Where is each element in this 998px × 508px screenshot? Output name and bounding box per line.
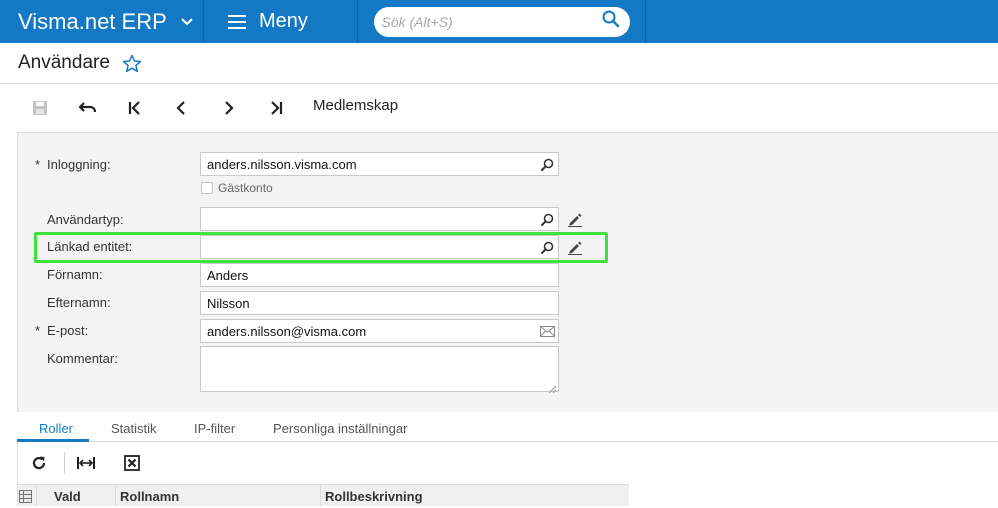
brand-switcher[interactable]: Visma.net ERP xyxy=(0,0,204,43)
last-name-value: Nilsson xyxy=(207,295,250,311)
record-toolbar: Medlemskap xyxy=(0,85,998,129)
email-field[interactable]: anders.nilsson@visma.com xyxy=(200,319,559,343)
comment-textarea[interactable] xyxy=(200,346,559,394)
tab-roles[interactable]: Roller xyxy=(39,421,73,436)
login-value: anders.nilsson.visma.com xyxy=(207,156,357,172)
search-area xyxy=(358,0,646,43)
login-label: Inloggning: xyxy=(47,157,111,172)
tab-statistics[interactable]: Statistik xyxy=(111,421,157,436)
next-record-icon[interactable] xyxy=(218,97,240,119)
pencil-edit-icon[interactable] xyxy=(567,211,583,227)
comment-label: Kommentar: xyxy=(47,351,118,366)
menu-label: Meny xyxy=(259,10,308,32)
grid-header-row xyxy=(17,484,629,506)
menu-button[interactable]: Meny xyxy=(204,0,358,43)
user-type-label: Användartyp: xyxy=(47,212,124,227)
grid-toolbar xyxy=(17,442,998,484)
page-title: Användare xyxy=(18,52,110,73)
tab-ip-filter[interactable]: IP-filter xyxy=(194,421,235,436)
save-icon[interactable] xyxy=(29,97,51,119)
previous-record-icon[interactable] xyxy=(170,97,192,119)
last-record-icon[interactable] xyxy=(265,97,287,119)
last-name-field[interactable]: Nilsson xyxy=(200,291,559,315)
lookup-search-icon[interactable] xyxy=(536,158,558,171)
guest-account-checkbox[interactable] xyxy=(201,182,213,194)
first-name-field[interactable]: Anders xyxy=(200,263,559,287)
last-name-label: Efternamn: xyxy=(47,295,111,310)
fit-columns-icon[interactable] xyxy=(76,454,96,472)
linked-entity-highlight xyxy=(34,232,608,263)
top-navigation-bar: Visma.net ERP Meny xyxy=(0,0,998,43)
search-box xyxy=(373,6,630,37)
page-header: Användare xyxy=(0,43,998,84)
membership-button[interactable]: Medlemskap xyxy=(313,97,398,114)
column-separator xyxy=(320,484,321,506)
undo-icon[interactable] xyxy=(77,97,99,119)
column-header-selected[interactable]: Vald xyxy=(54,489,81,504)
column-separator xyxy=(115,484,116,506)
refresh-icon[interactable] xyxy=(29,454,49,472)
first-record-icon[interactable] xyxy=(124,97,146,119)
export-excel-icon[interactable] xyxy=(122,454,142,472)
favorite-star-icon[interactable] xyxy=(122,54,142,73)
email-value: anders.nilsson@visma.com xyxy=(207,323,367,339)
detail-tabs: Roller Statistik IP-filter Personliga in… xyxy=(17,412,998,442)
first-name-label: Förnamn: xyxy=(47,267,103,282)
required-marker: * xyxy=(35,323,41,338)
user-type-field[interactable] xyxy=(200,207,559,231)
brand-name: Visma.net ERP xyxy=(18,8,167,34)
lookup-search-icon[interactable] xyxy=(536,213,558,226)
email-label: E-post: xyxy=(47,323,89,338)
search-input[interactable] xyxy=(381,13,602,30)
login-field[interactable]: anders.nilsson.visma.com xyxy=(200,152,559,176)
column-header-role-name[interactable]: Rollnamn xyxy=(120,489,179,504)
search-icon[interactable] xyxy=(602,10,620,33)
toolbar-separator xyxy=(64,452,65,474)
required-marker: * xyxy=(35,157,41,172)
hamburger-icon xyxy=(228,11,246,33)
column-header-role-description[interactable]: Rollbeskrivning xyxy=(325,489,423,504)
envelope-icon[interactable] xyxy=(536,325,558,337)
chevron-down-icon xyxy=(181,15,195,29)
first-name-value: Anders xyxy=(207,267,249,283)
row-selector-icon[interactable] xyxy=(19,490,32,503)
column-separator xyxy=(36,484,37,506)
resize-handle-icon[interactable] xyxy=(548,381,557,394)
guest-account-label: Gästkonto xyxy=(218,181,273,195)
tab-personal-settings[interactable]: Personliga inställningar xyxy=(273,421,407,436)
